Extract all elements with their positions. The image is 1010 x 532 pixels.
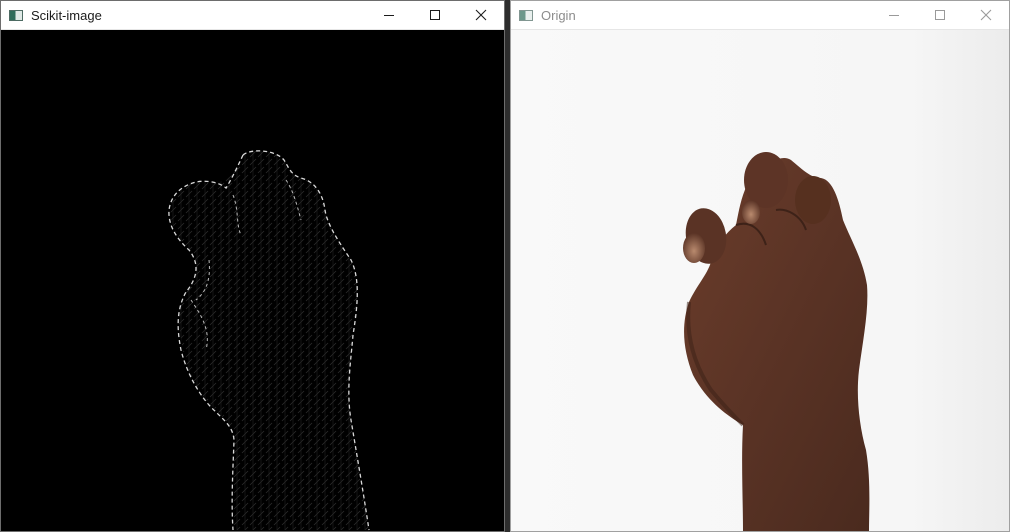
minimize-icon <box>384 15 394 16</box>
minimize-icon <box>889 15 899 16</box>
minimize-button[interactable] <box>871 1 917 29</box>
origin-window: Origin <box>510 0 1010 532</box>
window-title: Scikit-image <box>31 7 102 23</box>
title-bar[interactable]: Scikit-image <box>1 1 504 30</box>
app-icon <box>9 9 23 21</box>
middle-nail <box>742 200 760 224</box>
hog-image-canvas[interactable] <box>1 30 504 531</box>
maximize-button[interactable] <box>917 1 963 29</box>
minimize-button[interactable] <box>366 1 412 29</box>
close-button[interactable] <box>458 1 504 29</box>
hog-visualization <box>168 150 370 531</box>
middle-fingertip <box>744 152 788 208</box>
window-controls <box>871 1 1009 29</box>
maximize-icon <box>430 10 440 20</box>
close-icon <box>980 9 992 21</box>
hand-photo <box>511 30 1009 531</box>
hand-region <box>170 150 369 530</box>
window-title: Origin <box>541 7 576 23</box>
window-controls <box>366 1 504 29</box>
origin-image-canvas[interactable] <box>511 30 1009 531</box>
index-nail <box>683 233 705 263</box>
close-icon <box>475 9 487 21</box>
maximize-button[interactable] <box>412 1 458 29</box>
scikit-image-window: Scikit-image <box>0 0 505 532</box>
maximize-icon <box>935 10 945 20</box>
ring-fingertip <box>795 176 831 224</box>
close-button[interactable] <box>963 1 1009 29</box>
title-bar[interactable]: Origin <box>511 1 1009 30</box>
app-icon <box>519 9 533 21</box>
desktop: Scikit-image Origin <box>0 0 1010 532</box>
